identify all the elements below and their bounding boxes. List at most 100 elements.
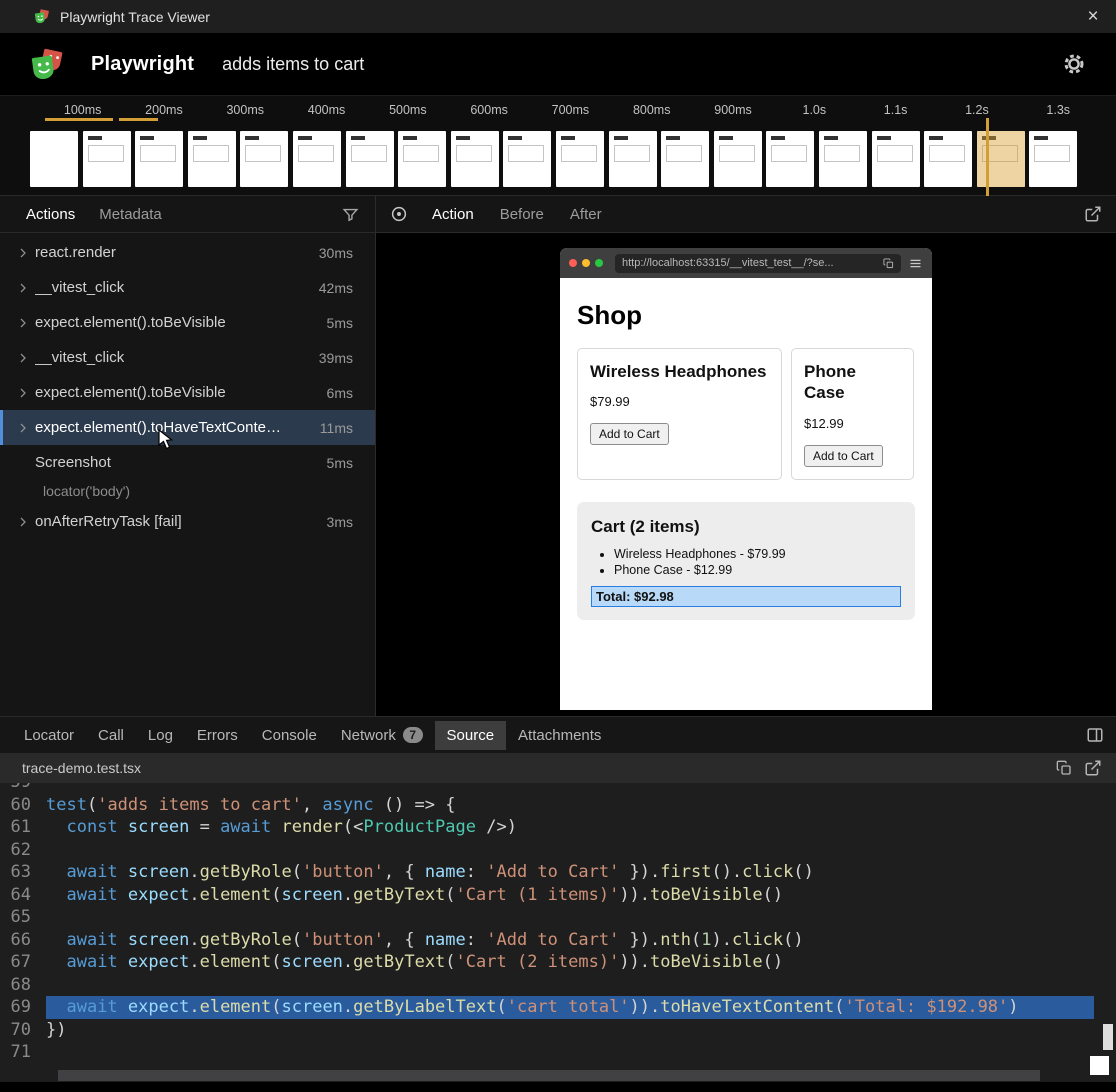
chevron-right-icon bbox=[17, 352, 35, 364]
timeline-frame-thumbnail[interactable] bbox=[30, 131, 78, 187]
code-text: await screen.getByRole('button', { name:… bbox=[46, 861, 1116, 884]
timeline-frame-thumbnail[interactable] bbox=[714, 131, 762, 187]
tab-attachments[interactable]: Attachments bbox=[506, 721, 613, 750]
thumbnail-sketch bbox=[88, 136, 126, 174]
timeline-frame-thumbnail[interactable] bbox=[766, 131, 814, 187]
tab-locator[interactable]: Locator bbox=[12, 721, 86, 750]
add-to-cart-button[interactable]: Add to Cart bbox=[804, 445, 883, 467]
timeline-frame-thumbnail[interactable] bbox=[398, 131, 446, 187]
action-item[interactable]: onAfterRetryTask [fail]3ms bbox=[0, 504, 375, 539]
timeline-frame-thumbnail[interactable] bbox=[1029, 131, 1077, 187]
action-label: expect.element().toBeVisible bbox=[35, 314, 226, 331]
copy-source-icon[interactable] bbox=[1056, 760, 1072, 776]
action-item[interactable]: __vitest_click42ms bbox=[0, 270, 375, 305]
action-item[interactable]: expect.element().toBeVisible6ms bbox=[0, 375, 375, 410]
tab-before[interactable]: Before bbox=[490, 202, 554, 227]
thumbnail-sketch bbox=[877, 136, 915, 174]
tab-metadata[interactable]: Metadata bbox=[89, 202, 172, 227]
action-item[interactable]: react.render30ms bbox=[0, 235, 375, 270]
action-label: __vitest_click bbox=[35, 279, 124, 296]
tab-network[interactable]: Network7 bbox=[329, 721, 435, 750]
window-title: Playwright Trace Viewer bbox=[60, 9, 210, 25]
action-item[interactable]: expect.element().toBeVisible 5ms bbox=[0, 305, 375, 340]
timeline-filmstrip bbox=[30, 131, 1077, 187]
tab-log[interactable]: Log bbox=[136, 721, 185, 750]
tab-errors[interactable]: Errors bbox=[185, 721, 250, 750]
tab-actions[interactable]: Actions bbox=[16, 202, 85, 227]
action-duration: 5ms bbox=[319, 315, 353, 331]
timeline-frame-thumbnail[interactable] bbox=[924, 131, 972, 187]
action-item[interactable]: Screenshot 5ms bbox=[0, 445, 375, 480]
timeline-frame-thumbnail[interactable] bbox=[503, 131, 551, 187]
open-snapshot-external-icon[interactable] bbox=[1084, 205, 1102, 223]
cart-item: Phone Case - $12.99 bbox=[614, 563, 901, 577]
tab-after[interactable]: After bbox=[560, 202, 612, 227]
tab-source[interactable]: Source bbox=[435, 721, 507, 750]
action-item[interactable]: __vitest_click39ms bbox=[0, 340, 375, 375]
thumbnail-sketch bbox=[508, 136, 546, 174]
vertical-scrollbar[interactable] bbox=[1103, 1024, 1113, 1050]
traffic-light-dots bbox=[569, 259, 608, 267]
timeline-time-label: 1.3s bbox=[1018, 103, 1099, 117]
snapshot-viewport: http://localhost:63315/__vitest_test__/?… bbox=[376, 233, 1116, 716]
code-line: 68 bbox=[0, 974, 1116, 997]
timeline-time-label: 400ms bbox=[286, 103, 367, 117]
line-number: 71 bbox=[0, 1041, 46, 1064]
timeline-time-label: 900ms bbox=[692, 103, 773, 117]
action-duration: 5ms bbox=[319, 455, 353, 471]
settings-gear-icon[interactable] bbox=[1062, 52, 1086, 76]
timeline-time-label: 300ms bbox=[205, 103, 286, 117]
open-source-external-icon[interactable] bbox=[1084, 759, 1102, 777]
code-text: }) bbox=[46, 1019, 1116, 1042]
timeline-frame-thumbnail[interactable] bbox=[240, 131, 288, 187]
timeline-action-bar bbox=[45, 118, 113, 121]
chevron-right-icon bbox=[17, 247, 35, 259]
url-text: http://localhost:63315/__vitest_test__/?… bbox=[622, 257, 883, 269]
line-number: 68 bbox=[0, 974, 46, 997]
traffic-light-dot bbox=[569, 259, 577, 267]
address-bar[interactable]: http://localhost:63315/__vitest_test__/?… bbox=[615, 254, 901, 273]
timeline-frame-thumbnail[interactable] bbox=[872, 131, 920, 187]
code-text: test('adds items to cart', async () => { bbox=[46, 794, 1116, 817]
horizontal-scrollbar-thumb[interactable] bbox=[58, 1070, 1040, 1081]
network-count-badge: 7 bbox=[403, 727, 423, 743]
pick-locator-target-icon[interactable] bbox=[390, 205, 408, 223]
bottom-panel: LocatorCallLogErrorsConsoleNetwork7Sourc… bbox=[0, 716, 1116, 1092]
timeline-frame-thumbnail[interactable] bbox=[819, 131, 867, 187]
code-line: 59 bbox=[0, 783, 1116, 794]
action-label: Screenshot bbox=[35, 454, 111, 471]
filter-funnel-icon[interactable] bbox=[342, 206, 359, 223]
snapshot-browser-window: http://localhost:63315/__vitest_test__/?… bbox=[560, 248, 932, 710]
timeline-frame-thumbnail[interactable] bbox=[135, 131, 183, 187]
timeline-frame-thumbnail[interactable] bbox=[83, 131, 131, 187]
action-duration: 11ms bbox=[312, 420, 353, 436]
line-number: 64 bbox=[0, 884, 46, 907]
thumbnail-sketch bbox=[771, 136, 809, 174]
tab-console[interactable]: Console bbox=[250, 721, 329, 750]
timeline-frame-thumbnail[interactable] bbox=[556, 131, 604, 187]
thumbnail-sketch bbox=[719, 136, 757, 174]
timeline[interactable]: 100ms200ms300ms400ms500ms600ms700ms800ms… bbox=[0, 95, 1116, 196]
action-item[interactable]: expect.element().toHaveTextConte…11ms bbox=[0, 410, 375, 445]
chevron-right-icon bbox=[17, 387, 35, 399]
horizontal-scrollbar[interactable] bbox=[0, 1069, 1100, 1082]
timeline-frame-thumbnail[interactable] bbox=[661, 131, 709, 187]
cart-item-list: Wireless Headphones - $79.99Phone Case -… bbox=[591, 547, 901, 577]
timeline-frame-thumbnail[interactable] bbox=[609, 131, 657, 187]
timeline-frame-thumbnail[interactable] bbox=[451, 131, 499, 187]
timeline-frame-thumbnail[interactable] bbox=[293, 131, 341, 187]
timeline-frame-thumbnail[interactable] bbox=[977, 131, 1025, 187]
copy-url-icon[interactable] bbox=[883, 258, 894, 269]
timeline-frame-thumbnail[interactable] bbox=[346, 131, 394, 187]
add-to-cart-button[interactable]: Add to Cart bbox=[590, 423, 669, 445]
toggle-sidebar-columns-icon[interactable] bbox=[1086, 726, 1104, 744]
tab-action[interactable]: Action bbox=[422, 202, 484, 227]
tab-call[interactable]: Call bbox=[86, 721, 136, 750]
browser-menu-icon[interactable] bbox=[908, 256, 923, 271]
titlebar: Playwright Trace Viewer × bbox=[0, 0, 1116, 33]
timeline-time-label: 1.0s bbox=[774, 103, 855, 117]
timeline-frame-thumbnail[interactable] bbox=[188, 131, 236, 187]
line-number: 61 bbox=[0, 816, 46, 839]
code-text: await expect.element(screen.getByLabelTe… bbox=[46, 996, 1094, 1019]
close-button[interactable]: × bbox=[1078, 0, 1108, 33]
